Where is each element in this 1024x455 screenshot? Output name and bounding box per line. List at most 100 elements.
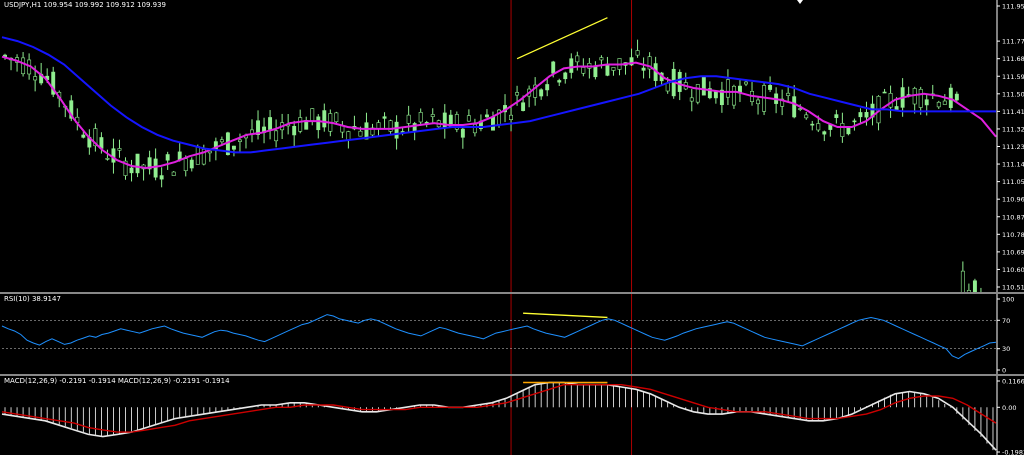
candle-body (81, 134, 86, 138)
candle-body (834, 114, 839, 118)
candle-body (484, 114, 489, 118)
rsi-line (1, 314, 997, 360)
candle-body (238, 139, 242, 142)
price-pane[interactable]: 111.950 111.770 111.680 111.590 111.500 111.4… (0, 0, 1024, 292)
candle-body (268, 117, 273, 130)
candle-body (472, 124, 477, 134)
candle-body (804, 114, 809, 119)
candle-body (394, 121, 399, 139)
candle-body (129, 167, 134, 174)
candle-body (611, 67, 616, 71)
rsi-trendline (523, 312, 608, 319)
candle-body (858, 112, 863, 118)
y-tick-label: 0 (1002, 367, 1006, 375)
y-tick-label: 111.770 (1002, 38, 1024, 46)
candle-body (557, 80, 562, 83)
slow-moving-average-line (1, 36, 996, 154)
candle-body (515, 92, 520, 96)
candle-body (810, 123, 815, 126)
symbol-title: USDJPY,H1 109.954 109.992 109.912 109.93… (4, 1, 166, 9)
y-tick-label: 110.960 (1002, 196, 1024, 204)
y-tick-label: 100 (1002, 296, 1014, 304)
candle-body (298, 117, 303, 132)
y-tick-label: 111.500 (1002, 90, 1024, 98)
candle-body (509, 114, 514, 120)
candle-body (744, 81, 748, 85)
candle-body (954, 93, 959, 101)
candle-body (316, 116, 321, 131)
macd-chart[interactable]: 0.1166 0.00 -0.1982 (0, 376, 1024, 455)
candle-body (936, 101, 941, 108)
candle-body (918, 88, 923, 108)
candle-body (521, 102, 526, 111)
candle-body (575, 55, 580, 63)
candle-body (786, 92, 791, 96)
rsi-pane[interactable]: 100 70 30 0 RSI(10) 38.9147 (0, 294, 1024, 374)
y-tick-label: 70 (1002, 317, 1010, 325)
macd-pane[interactable]: 0.1166 0.00 -0.1982 MACD(12,26,9) -0.2191 … (0, 376, 1024, 455)
y-tick-label: -0.1982 (1002, 449, 1024, 455)
candle-body (563, 72, 568, 80)
candle-body (641, 67, 646, 71)
candle-body (713, 91, 718, 99)
rsi-title: RSI(10) 38.9147 (4, 295, 61, 303)
y-tick-label: 111.050 (1002, 178, 1024, 186)
candle-body (171, 171, 176, 176)
y-tick-label: 111.140 (1002, 161, 1024, 169)
candle-body (701, 75, 706, 96)
candle-body (195, 146, 200, 165)
candle-body (292, 125, 297, 136)
candle-body (466, 115, 471, 122)
candle-body (153, 158, 158, 178)
candle-body (406, 114, 411, 124)
candle-body (21, 57, 26, 75)
candle-body (418, 112, 423, 123)
y-tick-label: 110.870 (1002, 213, 1024, 221)
y-tick-label: 0.1166 (1002, 378, 1024, 386)
rsi-chart[interactable]: 100 70 30 0 (0, 294, 1024, 374)
macd-title: MACD(12,26,9) -0.2191 -0.1914 MACD(12,26… (4, 377, 230, 385)
candle-body (189, 159, 194, 169)
y-tick-label: 111.680 (1002, 55, 1024, 63)
candle-body (334, 112, 339, 123)
y-tick-label: 111.410 (1002, 108, 1024, 116)
candle-body (888, 93, 893, 108)
candle-body (346, 131, 351, 141)
candle-body (695, 84, 700, 103)
y-tick-label: 110.600 (1002, 266, 1024, 274)
candle-body (725, 79, 730, 98)
dropdown-arrow-icon[interactable] (797, 0, 803, 4)
candle-body (274, 130, 279, 142)
candle-body (165, 154, 170, 161)
candle-body (460, 128, 465, 138)
candle-body (864, 112, 869, 118)
candle-body (894, 106, 899, 110)
candle-body (882, 91, 887, 94)
candle-body (183, 158, 188, 172)
candle-body (358, 130, 363, 137)
candle-body (219, 139, 224, 143)
candle-body (581, 67, 586, 74)
y-tick-label: 111.950 (1002, 3, 1024, 11)
candle-body (972, 280, 977, 292)
y-tick-label: 0.00 (1002, 404, 1016, 412)
candle-body (545, 84, 550, 91)
candle-body (840, 123, 845, 137)
candle-body (430, 114, 435, 117)
candle-body (117, 148, 122, 151)
candle-body (756, 99, 760, 105)
candle-body (491, 116, 495, 131)
candle-body (852, 120, 857, 123)
macd-main-line (1, 381, 997, 451)
candle-body (111, 148, 116, 163)
candle-body (593, 65, 598, 78)
candle-body (159, 175, 164, 180)
candle-body (768, 85, 773, 90)
candle-body (792, 96, 797, 118)
candle-body (960, 270, 965, 292)
candle-body (942, 100, 947, 105)
price-chart[interactable]: 111.950 111.770 111.680 111.590 111.500 111.4… (0, 0, 1024, 292)
y-tick-label: 111.590 (1002, 73, 1024, 81)
candle-body (382, 116, 387, 119)
candle-body (599, 57, 604, 61)
